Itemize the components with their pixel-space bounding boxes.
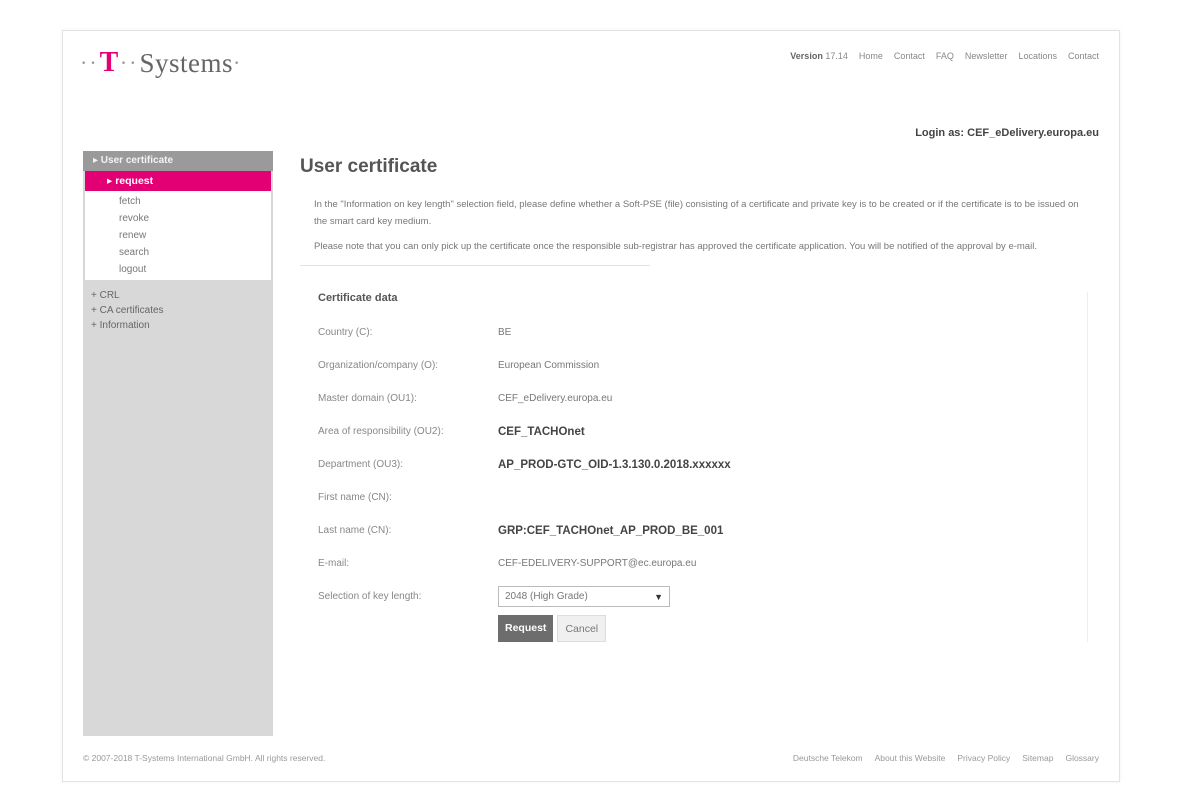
- sidebar-section-user-certificate[interactable]: ▸ User certificate: [83, 151, 273, 171]
- sidebar-item-logout[interactable]: logout: [119, 261, 271, 278]
- divider: [300, 265, 650, 266]
- sidebar-groups: + CRL + CA certificates + Information: [83, 280, 273, 333]
- key-length-select[interactable]: 2048 (High Grade) ▼: [498, 586, 670, 607]
- nav-link-contact-2[interactable]: Contact: [1068, 51, 1099, 61]
- logo-dots: ·: [233, 50, 243, 75]
- version-info: Version 17.14: [790, 51, 848, 61]
- field-value-email: CEF-EDELIVERY-SUPPORT@ec.europa.eu: [498, 558, 697, 569]
- field-label: E-mail:: [318, 558, 350, 569]
- form-buttons: Request Cancel: [498, 615, 1087, 642]
- field-value-organization: European Commission: [498, 360, 600, 371]
- version-value: 17.14: [825, 51, 848, 61]
- cancel-button[interactable]: Cancel: [557, 615, 607, 642]
- sidebar: ▸ User certificate ▸ request fetch revok…: [83, 151, 273, 736]
- chevron-down-icon: ▼: [654, 591, 663, 602]
- certificate-form: Certificate data Country (C): BE Organiz…: [318, 292, 1088, 642]
- form-title: Certificate data: [318, 292, 398, 304]
- footer-link-sitemap[interactable]: Sitemap: [1022, 753, 1053, 763]
- version-label: Version: [790, 51, 823, 61]
- form-row-organization: Organization/company (O): European Commi…: [318, 349, 1087, 382]
- field-label: Last name (CN):: [318, 525, 392, 536]
- field-label: Area of responsibility (OU2):: [318, 426, 444, 437]
- form-row-department: Department (OU3): AP_PROD-GTC_OID-1.3.13…: [318, 448, 1087, 481]
- key-length-selected: 2048 (High Grade): [505, 591, 588, 602]
- intro-paragraph: In the "Information on key length" selec…: [314, 199, 1079, 227]
- form-row-country: Country (C): BE: [318, 316, 1087, 349]
- logo-dots: ··: [80, 50, 99, 75]
- request-button[interactable]: Request: [498, 615, 554, 642]
- logo-dots: ··: [119, 50, 139, 75]
- field-label: Selection of key length:: [318, 591, 422, 602]
- field-label: First name (CN):: [318, 492, 392, 503]
- sidebar-item-search[interactable]: search: [119, 244, 271, 261]
- nav-link-faq[interactable]: FAQ: [936, 51, 954, 61]
- nav-link-home[interactable]: Home: [859, 51, 883, 61]
- nav-link-locations[interactable]: Locations: [1018, 51, 1057, 61]
- top-navigation: Version 17.14 Home Contact FAQ Newslette…: [790, 51, 1099, 61]
- sidebar-item-revoke[interactable]: revoke: [119, 210, 271, 227]
- main-content: User certificate In the "Information on …: [300, 156, 1100, 642]
- field-value-master-domain: CEF_eDelivery.europa.eu: [498, 393, 613, 404]
- form-row-key-length: Selection of key length: 2048 (High Grad…: [318, 580, 1087, 613]
- field-value-area: CEF_TACHOnet: [498, 425, 585, 438]
- t-systems-logo[interactable]: ·· T ·· Systems ·: [80, 47, 242, 79]
- logo-name: Systems: [139, 47, 234, 78]
- footer-copyright: © 2007-2018 T-Systems International GmbH…: [83, 753, 326, 763]
- sidebar-item-information[interactable]: + Information: [91, 318, 273, 333]
- footer-links: Deutsche Telekom About this Website Priv…: [793, 753, 1099, 763]
- form-row-area: Area of responsibility (OU2): CEF_TACHOn…: [318, 415, 1087, 448]
- nav-link-newsletter[interactable]: Newsletter: [965, 51, 1008, 61]
- footer-link-about[interactable]: About this Website: [875, 753, 946, 763]
- footer-link-glossary[interactable]: Glossary: [1065, 753, 1099, 763]
- field-value-last-name: GRP:CEF_TACHOnet_AP_PROD_BE_001: [498, 524, 724, 537]
- sidebar-item-crl[interactable]: + CRL: [91, 288, 273, 303]
- field-label: Country (C):: [318, 327, 373, 338]
- nav-link-contact[interactable]: Contact: [894, 51, 925, 61]
- logo-t: T: [99, 47, 119, 78]
- sidebar-subitems: fetch revoke renew search logout: [85, 191, 271, 280]
- footer-link-deutsche-telekom[interactable]: Deutsche Telekom: [793, 753, 863, 763]
- field-label: Organization/company (O):: [318, 360, 439, 371]
- field-label: Department (OU3):: [318, 459, 404, 470]
- form-row-master-domain: Master domain (OU1): CEF_eDelivery.europ…: [318, 382, 1087, 415]
- form-row-last-name: Last name (CN): GRP:CEF_TACHOnet_AP_PROD…: [318, 514, 1087, 547]
- footer-link-privacy[interactable]: Privacy Policy: [957, 753, 1010, 763]
- note-paragraph: Please note that you can only pick up th…: [314, 241, 1037, 252]
- page-title: User certificate: [300, 156, 438, 177]
- field-label: Master domain (OU1):: [318, 393, 417, 404]
- form-row-email: E-mail: CEF-EDELIVERY-SUPPORT@ec.europa.…: [318, 547, 1087, 580]
- field-value-country: BE: [498, 327, 512, 338]
- page-container: ·· T ·· Systems · Version 17.14 Home Con…: [62, 30, 1120, 782]
- sidebar-item-renew[interactable]: renew: [119, 227, 271, 244]
- login-info: Login as: CEF_eDelivery.europa.eu: [915, 127, 1099, 139]
- field-value-department: AP_PROD-GTC_OID-1.3.130.0.2018.xxxxxx: [498, 458, 731, 471]
- sidebar-item-ca-certificates[interactable]: + CA certificates: [91, 303, 273, 318]
- sidebar-item-fetch[interactable]: fetch: [119, 193, 271, 210]
- sidebar-item-request[interactable]: ▸ request: [85, 171, 271, 191]
- form-row-first-name: First name (CN):: [318, 481, 1087, 514]
